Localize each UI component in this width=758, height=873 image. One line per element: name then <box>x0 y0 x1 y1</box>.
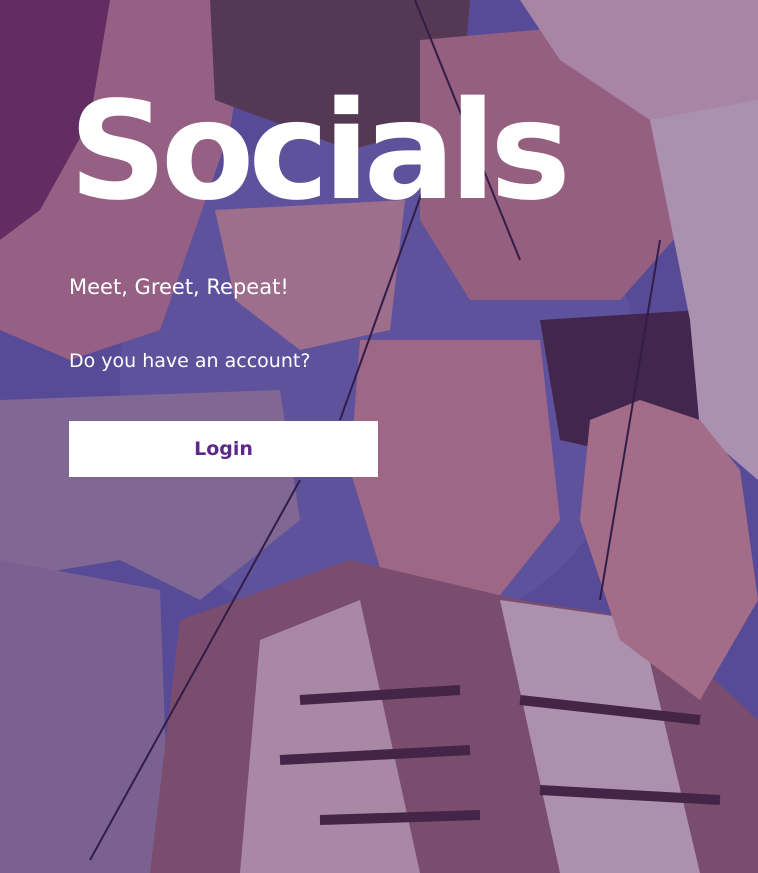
tagline: Meet, Greet, Repeat! <box>69 275 289 299</box>
login-button[interactable]: Login <box>69 421 378 477</box>
hero-card: Socials Meet, Greet, Repeat! Do you have… <box>0 0 758 873</box>
account-question: Do you have an account? <box>69 350 311 372</box>
app-title: Socials <box>69 73 571 231</box>
